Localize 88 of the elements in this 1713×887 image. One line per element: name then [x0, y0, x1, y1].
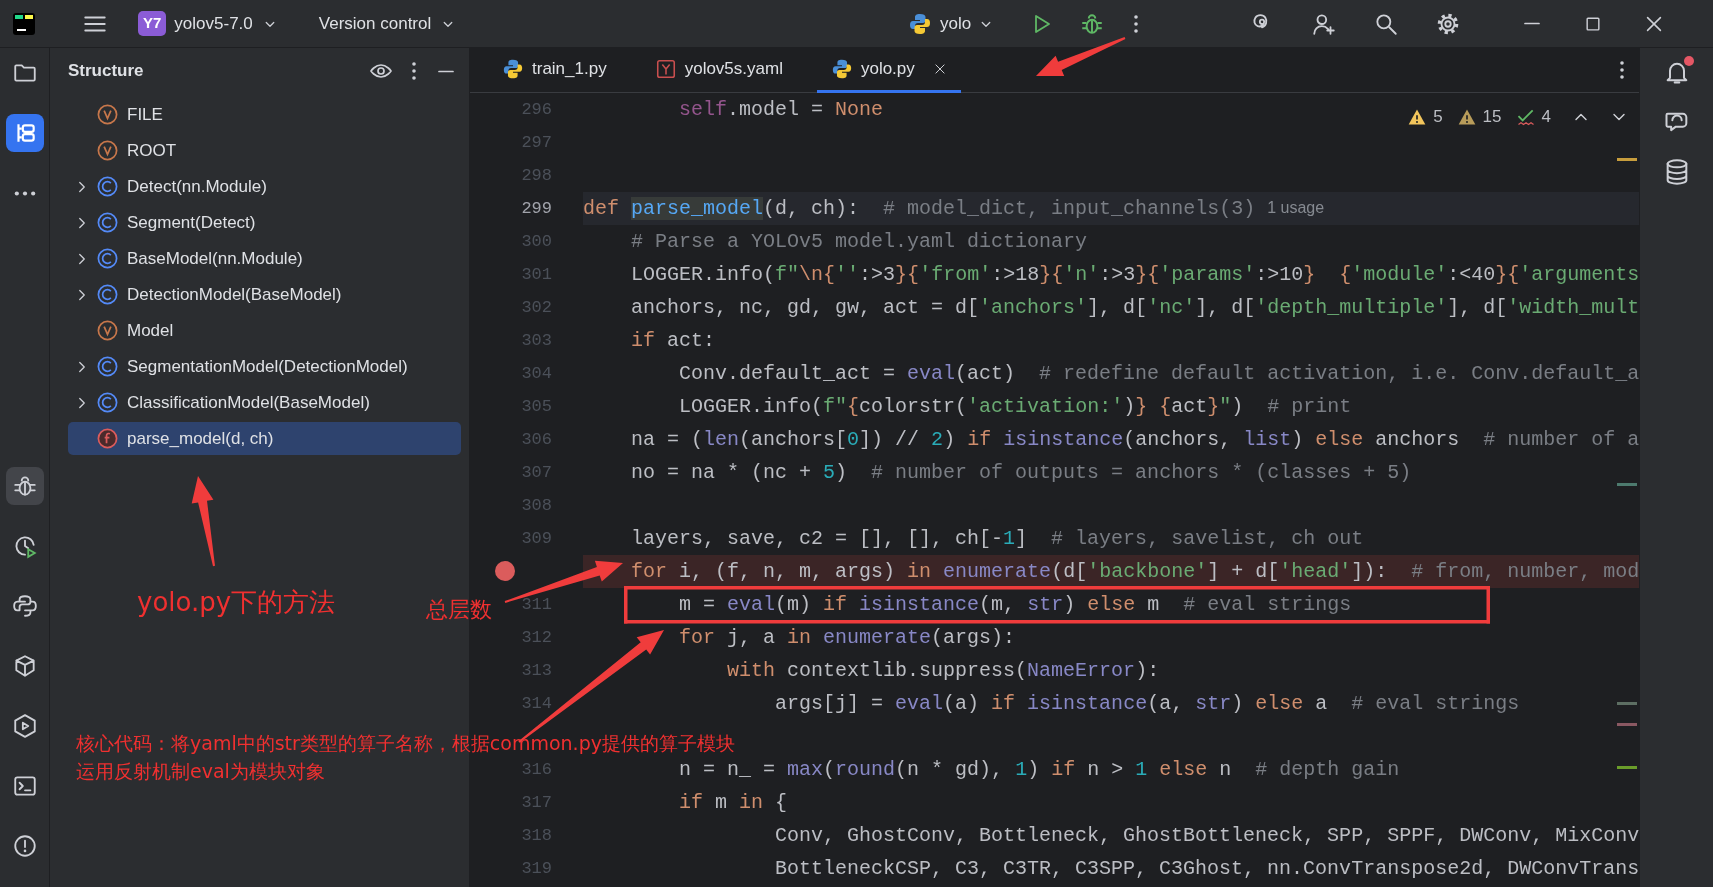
tree-item[interactable]: Model	[68, 314, 461, 347]
inspection-count[interactable]: 5	[1433, 104, 1443, 130]
tree-item-label: DetectionModel(BaseModel)	[127, 283, 342, 306]
code-line: BottleneckCSP, C3, C3TR, C3SPP, C3Ghost, nn.ConvTranspose2d, DWConvTrans	[775, 857, 1640, 880]
class-icon	[96, 211, 119, 234]
tree-item[interactable]: ClassificationModel(BaseModel)	[68, 386, 461, 419]
vcs-menu[interactable]: Version control	[318, 10, 432, 37]
class-icon	[96, 283, 119, 306]
code-line: Conv.default_act = eval(act) # redefine default activation, i.e. Conv.default_a	[679, 362, 1640, 385]
tree-item-label: SegmentationModel(DetectionModel)	[127, 355, 408, 378]
code-line: def parse_model(d, ch): # model_dict, input_channels(3)	[583, 197, 1256, 220]
editor-tab[interactable]: train_1.py	[488, 47, 621, 93]
code-line: m = eval(m) if isinstance(m, str) else m # eval strings	[679, 593, 1352, 616]
tree-item-label: ClassificationModel(BaseModel)	[127, 391, 370, 414]
project-name[interactable]: yolov5-7.0	[174, 10, 253, 37]
code-line: LOGGER.info(f"{colorstr('activation:')} {act}") # print	[679, 395, 1352, 418]
tree-item[interactable]: parse_model(d, ch)	[68, 422, 461, 455]
tree-item-label: FILE	[127, 103, 163, 126]
minimize-icon[interactable]	[435, 69, 457, 73]
stripe-mark	[1617, 766, 1637, 769]
panel-title: Structure	[68, 60, 144, 83]
editor-tab[interactable]: yolov5s.yaml	[640, 47, 797, 93]
tool-window-button[interactable]	[5, 114, 44, 152]
variable-icon	[96, 319, 119, 342]
tree-item[interactable]: SegmentationModel(DetectionModel)	[68, 350, 461, 383]
code-line: LOGGER.info(f"\n{'':>3}{'from':>18}{'n':>3}{'params':>10} {'module':<40}{'arguments	[631, 263, 1640, 286]
annotation-text: 总层数	[426, 596, 492, 624]
inlay-hint[interactable]: 1 usage	[1267, 199, 1325, 218]
tree-item[interactable]: BaseModel(nn.Module)	[68, 242, 461, 275]
tree-item-label: Detect(nn.Module)	[127, 175, 267, 198]
code-line: if act:	[631, 329, 716, 352]
terminal-icon	[11, 773, 38, 799]
code-line: with contextlib.suppress(NameError):	[727, 659, 1160, 682]
code-line: for j, a in enumerate(args):	[679, 626, 1016, 649]
stripe-mark	[1617, 723, 1637, 726]
class-icon	[96, 355, 119, 378]
code-line: Conv, GhostConv, Bottleneck, GhostBottleneck, SPP, SPPF, DWConv, MixConv	[775, 824, 1640, 847]
close-icon[interactable]	[932, 61, 947, 76]
class-icon	[96, 175, 119, 198]
python-icon	[830, 57, 853, 80]
tree-item[interactable]: DetectionModel(BaseModel)	[68, 278, 461, 311]
code-line: anchors, nc, gd, gw, act = d['anchors'], d['nc'], d['depth_multiple'], d['width_mult	[631, 296, 1640, 319]
problems-icon	[11, 833, 38, 859]
annotation-text: 核心代码：将yaml中的str类型的算子名称，根据common.py提供的算子模块	[76, 731, 735, 756]
tree-item-label: parse_model(d, ch)	[127, 427, 274, 450]
code-line: n = n_ = max(round(n * gd), 1) if n > 1 else n # depth gain	[679, 758, 1400, 781]
code-line: # Parse a YOLOv5 model.yaml dictionary	[631, 230, 1088, 253]
tree-item-label: Model	[127, 319, 174, 342]
more-icon[interactable]	[1619, 59, 1625, 81]
tree-item-label: Segment(Detect)	[127, 211, 256, 234]
tree-item-label: BaseModel(nn.Module)	[127, 247, 303, 270]
annotation-text: yolo.py下的方法	[137, 586, 336, 619]
code-line: if m in {	[679, 791, 788, 814]
code-line: self.model = None	[679, 98, 884, 121]
variable-icon	[96, 139, 119, 162]
class-icon	[96, 391, 119, 414]
app-logo-icon	[12, 11, 36, 36]
tree-item[interactable]: Segment(Detect)	[68, 206, 461, 239]
editor-tab[interactable]: yolo.py	[816, 47, 961, 93]
inspection-count[interactable]: 4	[1541, 104, 1551, 130]
tool-window-button[interactable]	[5, 467, 44, 505]
stripe-mark	[1617, 702, 1637, 705]
python-icon	[502, 57, 524, 80]
variable-icon	[96, 103, 119, 126]
yaml-file-icon	[654, 57, 677, 80]
project-badge: Y7	[138, 11, 167, 36]
run-config[interactable]: yolo	[940, 10, 972, 37]
code-line: for i, (f, n, m, args) in enumerate(d['backbone'] + d['head']): # from, number, mod	[631, 560, 1640, 583]
annotation-text: 运用反射机制eval为模块对象	[76, 759, 325, 784]
code-line: na = (len(anchors[0]) // 2) if isinstance(anchors, list) else anchors # number of a	[631, 428, 1640, 451]
code-line: layers, save, c2 = [], [], ch[-1] # layers, savelist, ch out	[631, 527, 1364, 550]
line-number: 299	[521, 197, 552, 220]
more-icon[interactable]	[411, 60, 417, 82]
tree-item-label: ROOT	[127, 139, 177, 162]
tree-item[interactable]: FILE	[68, 98, 461, 131]
function-icon	[96, 427, 119, 450]
stripe-mark	[1617, 158, 1637, 161]
python-icon	[908, 11, 932, 36]
code-line: no = na * (nc + 5) # number of outputs = anchors * (classes + 5)	[631, 461, 1412, 484]
python-icon	[11, 593, 38, 619]
tree-item[interactable]: Detect(nn.Module)	[68, 170, 461, 203]
breakpoint-icon[interactable]	[494, 560, 516, 582]
class-icon	[96, 247, 119, 270]
stripe-mark	[1617, 483, 1637, 486]
code-line: args[j] = eval(a) if isinstance(a, str) else a # eval strings	[775, 692, 1520, 715]
tree-item[interactable]: ROOT	[68, 134, 461, 167]
services-icon	[11, 713, 38, 739]
inspection-count[interactable]: 15	[1482, 104, 1502, 130]
